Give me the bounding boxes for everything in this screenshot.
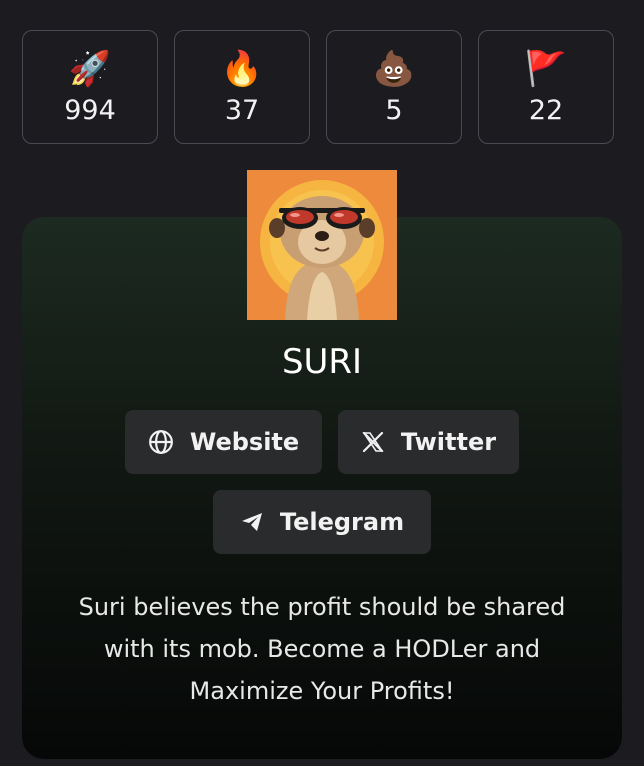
reaction-stats: 🚀 994 🔥 37 💩 5 🚩 22: [22, 30, 622, 144]
telegram-icon: [241, 513, 262, 531]
globe-icon: [148, 430, 173, 454]
poop-icon: 💩: [372, 48, 416, 89]
poop-count: 5: [385, 94, 403, 126]
red-flag-count: 22: [528, 94, 564, 126]
stat-rocket[interactable]: 🚀 994: [22, 30, 158, 144]
website-button[interactable]: Website: [125, 410, 322, 474]
stat-red-flag[interactable]: 🚩 22: [478, 30, 614, 144]
telegram-button[interactable]: Telegram: [213, 490, 431, 554]
stat-fire[interactable]: 🔥 37: [174, 30, 310, 144]
token-description: Suri believes the profit should be share…: [78, 593, 566, 705]
website-label: Website: [189, 428, 300, 456]
fire-count: 37: [224, 94, 260, 126]
red-flag-icon: 🚩: [524, 48, 568, 89]
token-avatar: [247, 170, 397, 320]
fire-icon: 🔥: [220, 48, 264, 89]
twitter-button[interactable]: Twitter: [338, 410, 519, 474]
telegram-label: Telegram: [279, 508, 405, 536]
rocket-count: 994: [64, 94, 116, 126]
rocket-icon: 🚀: [68, 48, 112, 89]
token-name: SURI: [281, 342, 363, 382]
stat-poop[interactable]: 💩 5: [326, 30, 462, 144]
twitter-label: Twitter: [400, 428, 497, 456]
meerkat-sunglasses-image: [247, 170, 397, 320]
x-logo-icon: [362, 431, 384, 453]
